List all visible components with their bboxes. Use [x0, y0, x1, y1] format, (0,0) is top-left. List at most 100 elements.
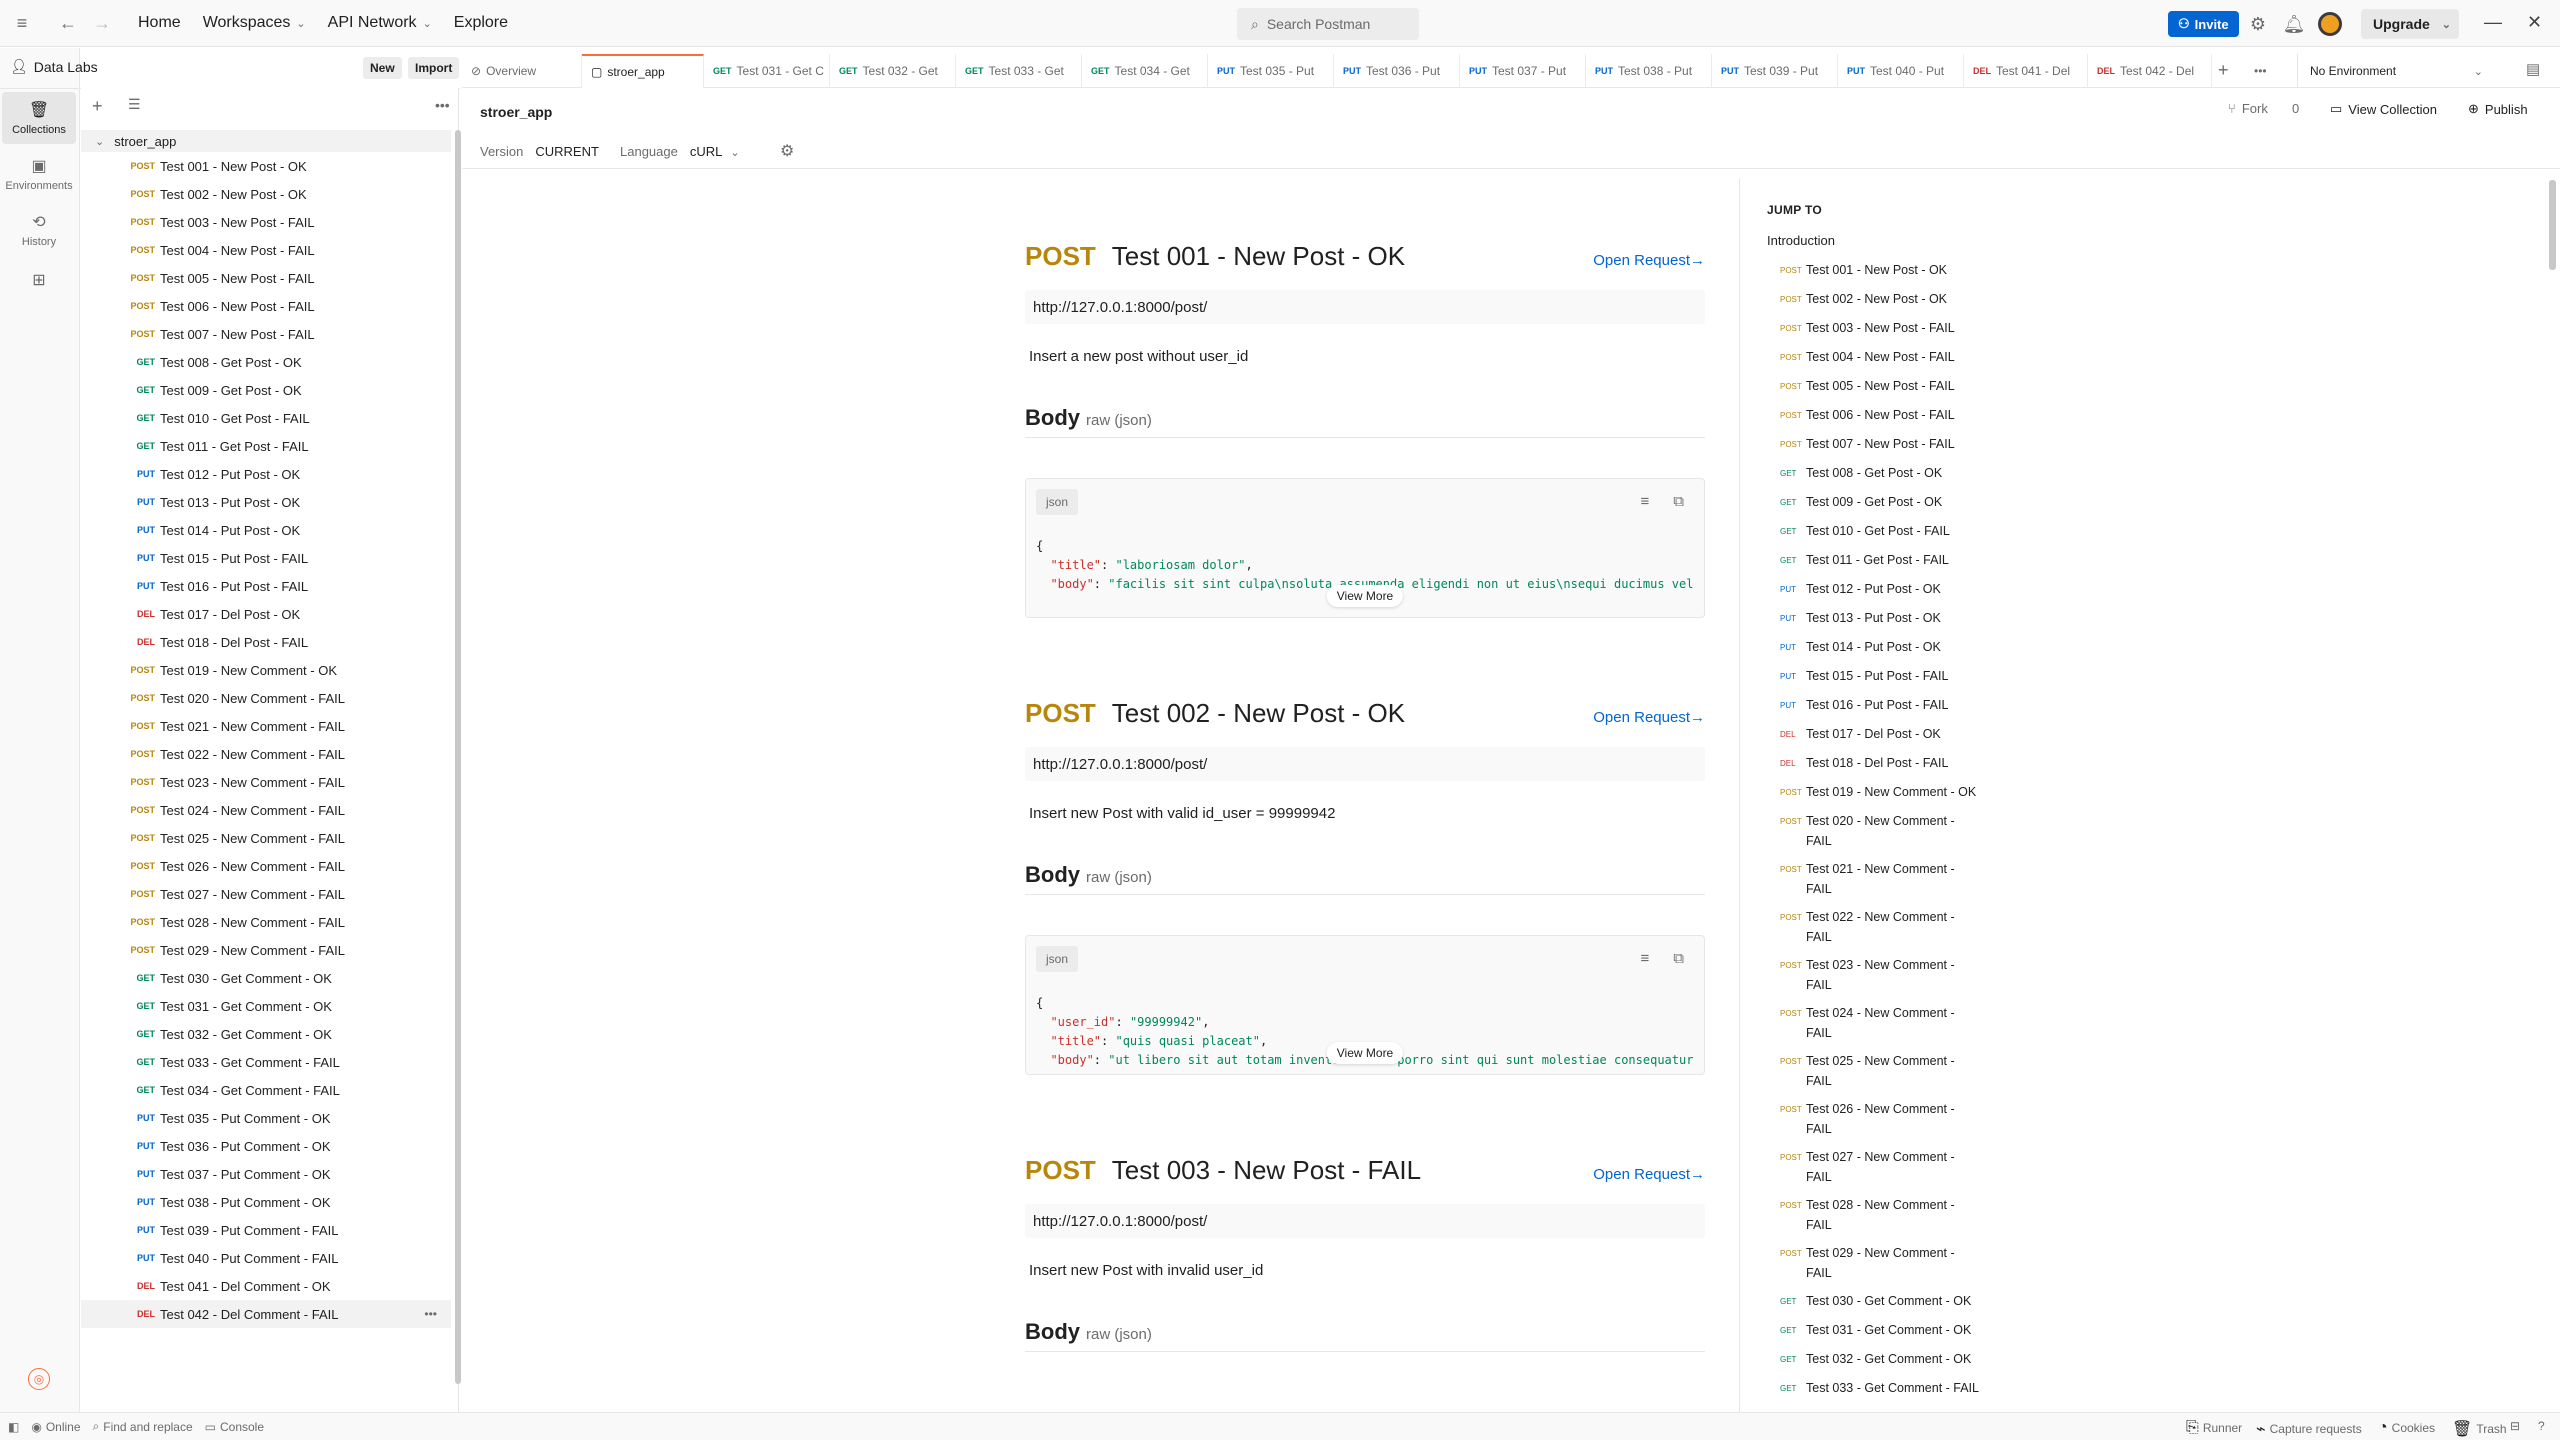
jump-link[interactable]: POST Test 004 - New Post - FAIL [1780, 347, 1980, 368]
jump-link[interactable]: POST Test 003 - New Post - FAIL [1780, 318, 1980, 339]
tab-item[interactable]: GET Test 031 - Get C [704, 53, 830, 88]
tab-item[interactable]: DEL Test 041 - Del [1964, 53, 2088, 88]
environment-quick-look-icon[interactable]: ▤ [2526, 60, 2540, 78]
jump-link[interactable]: GET Test 011 - Get Post - FAIL [1780, 550, 1980, 571]
cookies-button[interactable]: ◔ Cookies [2378, 1419, 2435, 1437]
new-button[interactable]: New [363, 57, 402, 79]
view-more-button[interactable]: View More [1326, 1042, 1404, 1064]
jump-link[interactable]: GET Test 010 - Get Post - FAIL [1780, 521, 1980, 542]
tree-request-item[interactable]: GET Test 011 - Get Post - FAIL [81, 432, 451, 460]
jump-link[interactable]: POST Test 001 - New Post - OK [1780, 260, 1980, 281]
tree-request-item[interactable]: POST Test 025 - New Comment - FAIL [81, 824, 451, 852]
tab-item[interactable]: GET Test 032 - Get [830, 53, 956, 88]
publish-button[interactable]: ⊕ Publish [2468, 101, 2528, 117]
jump-link[interactable]: PUT Test 013 - Put Post - OK [1780, 608, 1980, 629]
content-scrollbar[interactable] [2549, 180, 2556, 270]
jump-link[interactable]: GET Test 031 - Get Comment - OK [1780, 1320, 1980, 1341]
open-request-link[interactable]: Open Request→ [1593, 252, 1705, 269]
tree-request-item[interactable]: POST Test 022 - New Comment - FAIL [81, 740, 451, 768]
collection-root[interactable]: ⌄ stroer_app [81, 130, 451, 152]
jump-link[interactable]: POST Test 026 - New Comment - FAIL [1780, 1099, 1980, 1139]
jump-link[interactable]: POST Test 023 - New Comment - FAIL [1780, 955, 1980, 995]
add-icon[interactable]: + [92, 96, 103, 117]
tree-request-item[interactable]: POST Test 021 - New Comment - FAIL [81, 712, 451, 740]
rail-environments[interactable]: ▣ Environments [2, 148, 76, 200]
rail-collections[interactable]: 🗑︎ Collections [2, 92, 76, 144]
capture-requests-button[interactable]: ⌁ Capture requests [2256, 1419, 2362, 1439]
tab-item[interactable]: PUT Test 040 - Put [1838, 53, 1964, 88]
upgrade-button[interactable]: Upgrade ⌄ [2361, 9, 2459, 39]
tree-request-item[interactable]: DEL Test 041 - Del Comment - OK [81, 1272, 451, 1300]
jump-link[interactable]: PUT Test 014 - Put Post - OK [1780, 637, 1980, 658]
jump-link[interactable]: POST Test 005 - New Post - FAIL [1780, 376, 1980, 397]
tree-request-item[interactable]: GET Test 031 - Get Comment - OK [81, 992, 451, 1020]
jump-link[interactable]: POST Test 022 - New Comment - FAIL [1780, 907, 1980, 947]
open-request-link[interactable]: Open Request→ [1593, 1166, 1705, 1183]
environment-selector[interactable]: No Environment ⌄ [2297, 54, 2497, 88]
tab-item[interactable]: DEL Test 042 - Del [2088, 53, 2212, 88]
jump-link[interactable]: POST Test 007 - New Post - FAIL [1780, 434, 1980, 455]
tree-request-item[interactable]: POST Test 027 - New Comment - FAIL [81, 880, 451, 908]
tab-item[interactable]: PUT Test 038 - Put [1586, 53, 1712, 88]
jump-link[interactable]: GET Test 009 - Get Post - OK [1780, 492, 1980, 513]
close-icon[interactable]: ✕ [2527, 12, 2542, 33]
tree-request-item[interactable]: GET Test 030 - Get Comment - OK [81, 964, 451, 992]
tree-request-item[interactable]: PUT Test 012 - Put Post - OK [81, 460, 451, 488]
tab-item[interactable]: PUT Test 039 - Put [1712, 53, 1838, 88]
jump-link[interactable]: GET Test 032 - Get Comment - OK [1780, 1349, 1980, 1370]
tree-request-item[interactable]: POST Test 020 - New Comment - FAIL [81, 684, 451, 712]
tree-request-item[interactable]: POST Test 024 - New Comment - FAIL [81, 796, 451, 824]
tree-request-item[interactable]: POST Test 001 - New Post - OK [81, 152, 451, 180]
view-collection-button[interactable]: ▭ View Collection [2330, 101, 2437, 117]
tab-item[interactable]: PUT Test 036 - Put [1334, 53, 1460, 88]
copy-icon[interactable]: ⧉ [1673, 493, 1684, 510]
jump-link[interactable]: DEL Test 018 - Del Post - FAIL [1780, 753, 1980, 774]
tab-item[interactable]: PUT Test 035 - Put [1208, 53, 1334, 88]
tree-request-item[interactable]: DEL Test 017 - Del Post - OK [81, 600, 451, 628]
more-options-icon[interactable]: ••• [424, 1307, 437, 1321]
forward-arrow-icon[interactable]: → [88, 9, 116, 37]
nav-explore[interactable]: Explore [454, 14, 508, 32]
tree-request-item[interactable]: POST Test 028 - New Comment - FAIL [81, 908, 451, 936]
tree-request-item[interactable]: GET Test 009 - Get Post - OK [81, 376, 451, 404]
postbot-icon[interactable]: ◎ [28, 1368, 50, 1390]
tree-request-item[interactable]: POST Test 003 - New Post - FAIL [81, 208, 451, 236]
tab-item[interactable]: GET Test 033 - Get [956, 53, 1082, 88]
tab-item[interactable]: GET Test 034 - Get [1082, 53, 1208, 88]
tree-request-item[interactable]: POST Test 006 - New Post - FAIL [81, 292, 451, 320]
tab-item[interactable]: ▢ stroer_app [582, 53, 704, 88]
tree-request-item[interactable]: GET Test 033 - Get Comment - FAIL [81, 1048, 451, 1076]
copy-icon[interactable]: ⧉ [1673, 950, 1684, 967]
tree-request-item[interactable]: POST Test 005 - New Post - FAIL [81, 264, 451, 292]
tree-request-item[interactable]: PUT Test 014 - Put Post - OK [81, 516, 451, 544]
help-icon[interactable]: ? [2538, 1419, 2545, 1433]
tree-request-item[interactable]: PUT Test 037 - Put Comment - OK [81, 1160, 451, 1188]
tree-request-item[interactable]: PUT Test 015 - Put Post - FAIL [81, 544, 451, 572]
runner-button[interactable]: ⎘ Runner [2186, 1419, 2242, 1437]
jump-link[interactable]: PUT Test 015 - Put Post - FAIL [1780, 666, 1980, 687]
jump-introduction-link[interactable]: Introduction [1767, 233, 1835, 248]
tree-request-item[interactable]: PUT Test 038 - Put Comment - OK [81, 1188, 451, 1216]
jump-link[interactable]: POST Test 025 - New Comment - FAIL [1780, 1051, 1980, 1091]
jump-link[interactable]: POST Test 024 - New Comment - FAIL [1780, 1003, 1980, 1043]
jump-link[interactable]: POST Test 029 - New Comment - FAIL [1780, 1243, 1980, 1283]
more-options-icon[interactable]: ••• [435, 97, 450, 113]
tree-request-item[interactable]: PUT Test 036 - Put Comment - OK [81, 1132, 451, 1160]
menu-icon[interactable]: ≡ [8, 9, 36, 37]
wrap-lines-icon[interactable]: ≡ [1641, 493, 1650, 510]
sidebar-toggle-icon[interactable]: ◧ [8, 1420, 19, 1434]
jump-link[interactable]: POST Test 021 - New Comment - FAIL [1780, 859, 1980, 899]
tree-request-item[interactable]: PUT Test 035 - Put Comment - OK [81, 1104, 451, 1132]
new-tab-icon[interactable]: + [2218, 60, 2229, 81]
fork-button[interactable]: ⑂ Fork [2228, 101, 2268, 116]
jump-link[interactable]: POST Test 006 - New Post - FAIL [1780, 405, 1980, 426]
open-request-link[interactable]: Open Request→ [1593, 709, 1705, 726]
tree-request-item[interactable]: POST Test 026 - New Comment - FAIL [81, 852, 451, 880]
back-arrow-icon[interactable]: ← [54, 9, 82, 37]
tree-request-item[interactable]: POST Test 007 - New Post - FAIL [81, 320, 451, 348]
nav-workspaces[interactable]: Workspaces ⌄ [203, 14, 306, 32]
jump-link[interactable]: GET Test 008 - Get Post - OK [1780, 463, 1980, 484]
jump-link[interactable]: POST Test 002 - New Post - OK [1780, 289, 1980, 310]
tree-request-item[interactable]: POST Test 004 - New Post - FAIL [81, 236, 451, 264]
tab-item[interactable]: ⊘ Overview [462, 53, 582, 88]
